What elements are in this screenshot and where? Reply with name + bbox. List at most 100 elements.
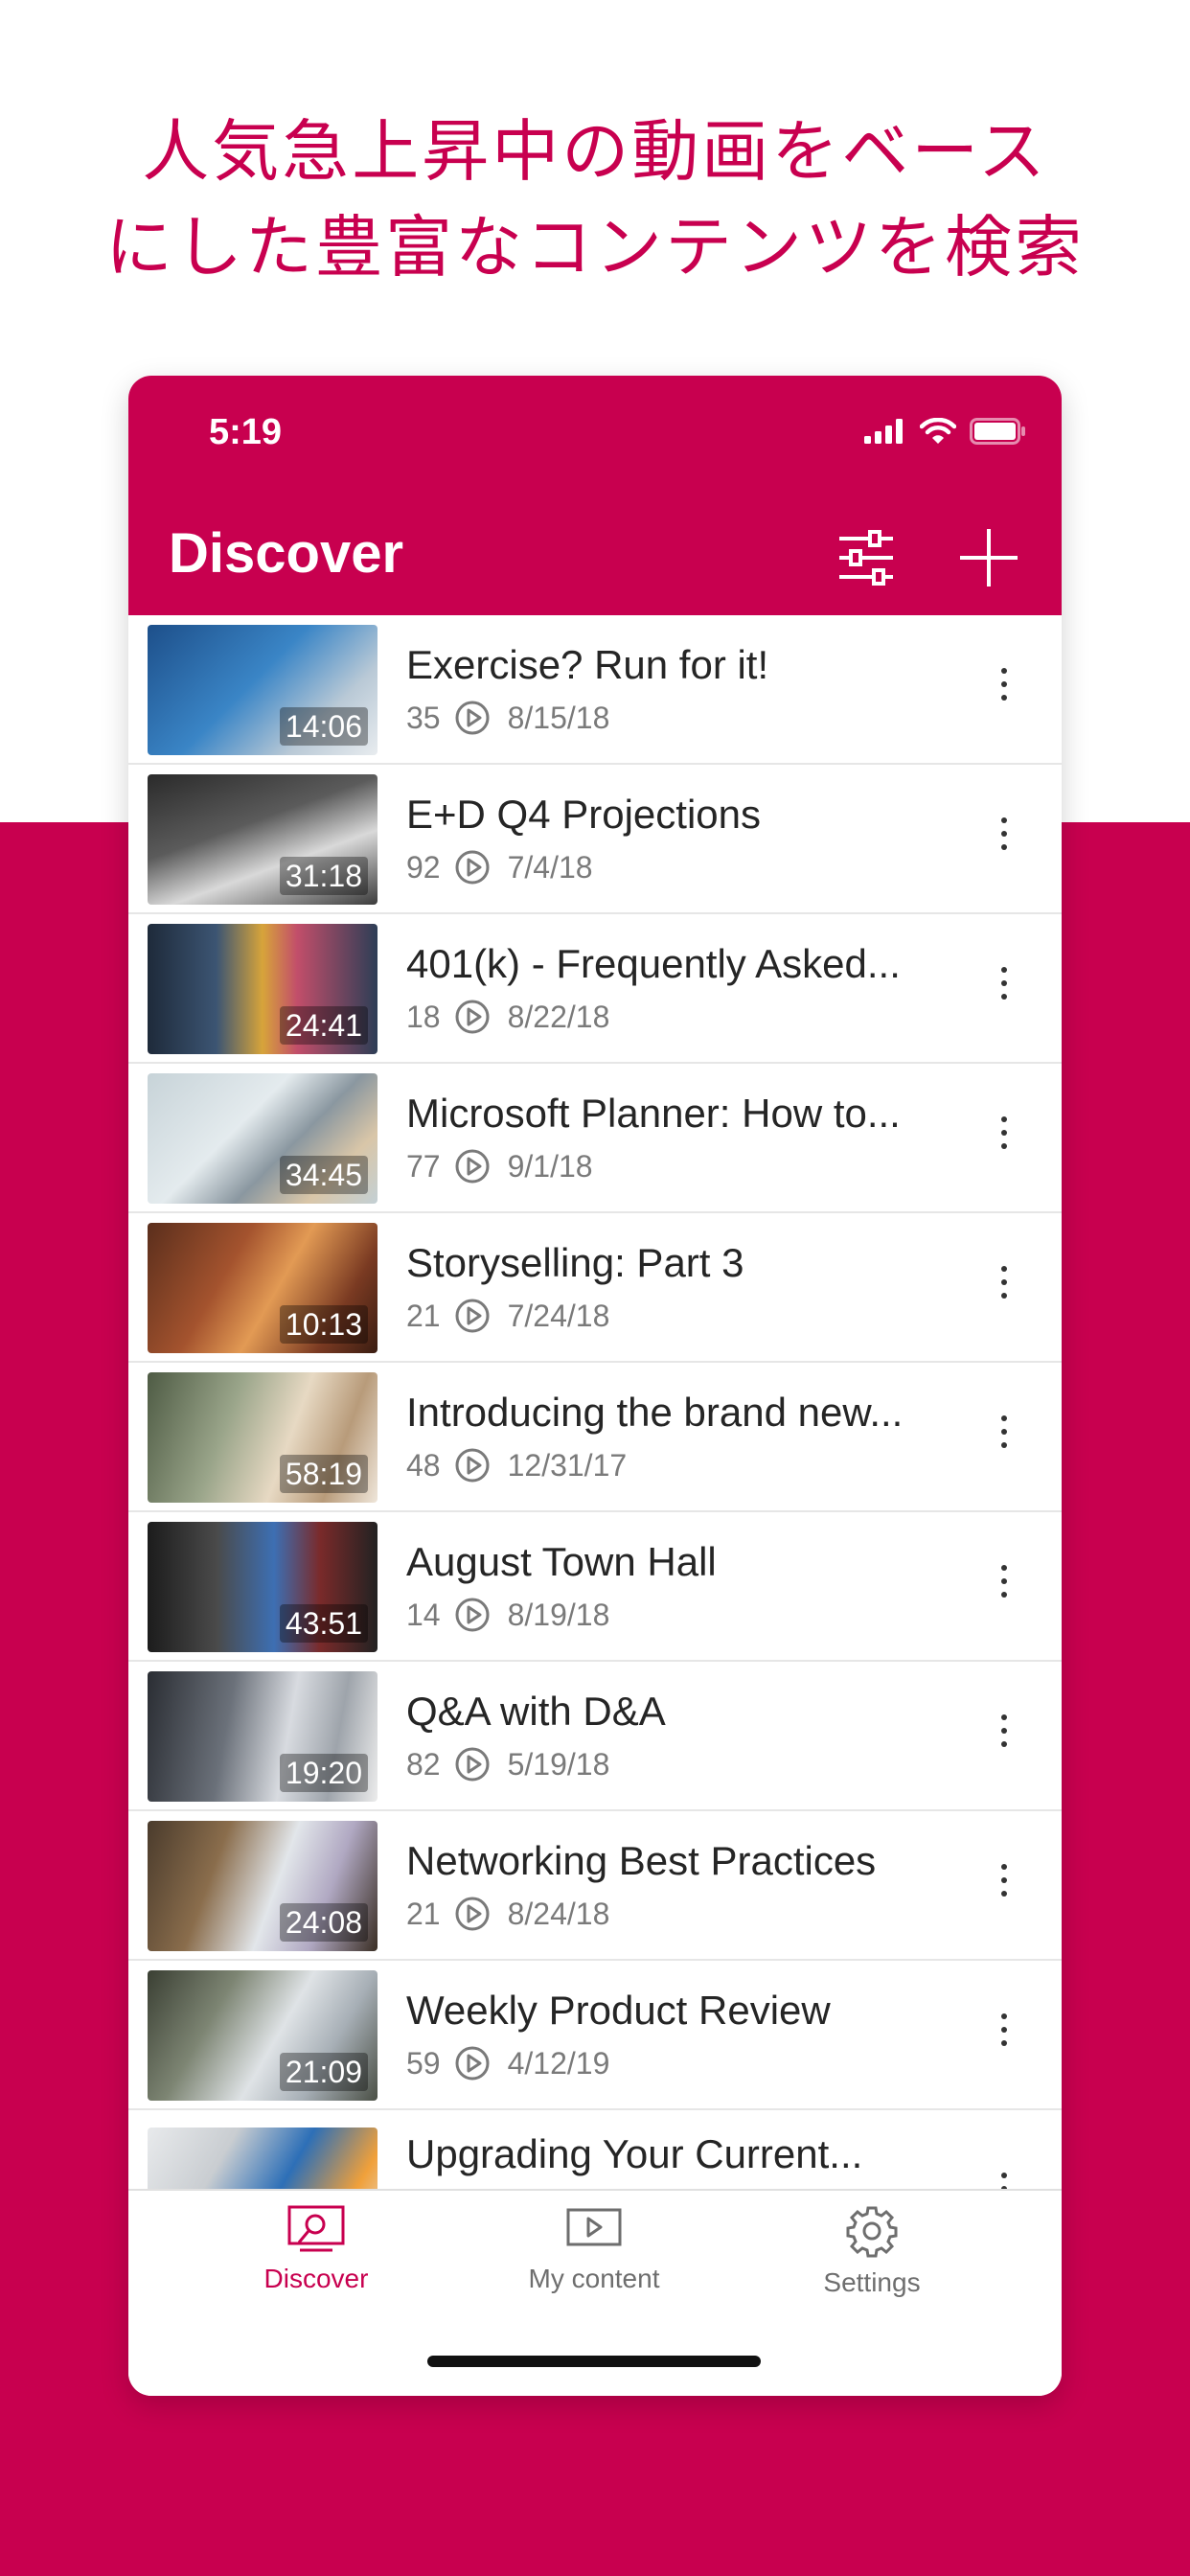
more-options-button[interactable] xyxy=(995,813,1014,866)
video-list: 14:06 Exercise? Run for it! 35 8/15/18 3… xyxy=(128,615,1062,2189)
play-count-icon xyxy=(455,1598,490,1632)
video-meta: 18 8/22/18 xyxy=(406,999,609,1035)
video-title: Microsoft Planner: How to... xyxy=(406,1091,901,1136)
video-thumbnail[interactable]: 14:06 xyxy=(148,625,378,755)
plus-icon xyxy=(960,529,1018,586)
view-count: 21 xyxy=(406,1896,441,1931)
video-title: 401(k) - Frequently Asked... xyxy=(406,941,901,986)
video-duration: 14:06 xyxy=(279,707,368,746)
play-count-icon xyxy=(455,1149,490,1184)
video-row[interactable]: 14:06 Exercise? Run for it! 35 8/15/18 xyxy=(128,615,1062,765)
video-row[interactable]: 58:19 Introducing the brand new... 48 12… xyxy=(128,1363,1062,1512)
video-thumbnail[interactable]: 31:18 xyxy=(148,774,378,905)
more-options-button[interactable] xyxy=(995,1560,1014,1614)
battery-icon xyxy=(970,418,1025,445)
video-date: 5/19/18 xyxy=(507,1746,610,1782)
video-row[interactable]: 19:20 Q&A with D&A 82 5/19/18 xyxy=(128,1662,1062,1811)
video-thumbnail[interactable]: 58:19 xyxy=(148,1372,378,1503)
more-options-button[interactable] xyxy=(995,1710,1014,1763)
view-count: 59 xyxy=(406,2045,441,2081)
video-thumbnail[interactable]: 24:08 xyxy=(148,1821,378,1951)
video-date: 7/4/18 xyxy=(507,849,593,885)
video-title: Q&A with D&A xyxy=(406,1689,666,1734)
video-meta: 77 9/1/18 xyxy=(406,1148,593,1184)
video-icon xyxy=(566,2208,622,2246)
tab-label: Settings xyxy=(823,2267,921,2297)
video-duration: 24:08 xyxy=(279,1903,368,1942)
filter-button[interactable] xyxy=(835,527,897,588)
tab-discover[interactable]: Discover xyxy=(220,2204,412,2294)
video-thumbnail[interactable] xyxy=(148,2128,378,2189)
video-date: 8/19/18 xyxy=(507,1597,610,1632)
view-count: 82 xyxy=(406,1746,441,1782)
video-thumbnail[interactable]: 21:09 xyxy=(148,1970,378,2101)
video-row[interactable]: 43:51 August Town Hall 14 8/19/18 xyxy=(128,1512,1062,1662)
video-thumbnail[interactable]: 34:45 xyxy=(148,1073,378,1204)
video-row[interactable]: 24:08 Networking Best Practices 21 8/24/… xyxy=(128,1811,1062,1961)
headline-line-2: にした豊富なコンテンツを検索 xyxy=(105,208,1085,287)
video-date: 8/15/18 xyxy=(507,700,610,735)
more-options-button[interactable] xyxy=(995,1112,1014,1165)
video-date: 8/22/18 xyxy=(507,999,610,1034)
video-meta: 21 8/24/18 xyxy=(406,1896,609,1932)
view-count: 18 xyxy=(406,999,441,1034)
view-count: 21 xyxy=(406,1298,441,1333)
wifi-icon xyxy=(920,418,956,444)
video-thumbnail[interactable]: 43:51 xyxy=(148,1522,378,1652)
video-row[interactable]: Upgrading Your Current... xyxy=(128,2118,1062,2189)
video-date: 8/24/18 xyxy=(507,1896,610,1931)
video-title: Introducing the brand new... xyxy=(406,1390,904,1435)
play-count-icon xyxy=(455,1897,490,1931)
video-meta: 48 12/31/17 xyxy=(406,1447,627,1484)
video-title: Weekly Product Review xyxy=(406,1988,831,2033)
video-date: 9/1/18 xyxy=(507,1148,593,1184)
play-count-icon xyxy=(455,1448,490,1483)
more-options-button[interactable] xyxy=(995,2009,1014,2062)
tab-bar: Discover My content Settings xyxy=(128,2189,1062,2396)
more-options-button[interactable] xyxy=(995,663,1014,717)
video-thumbnail[interactable]: 10:13 xyxy=(148,1223,378,1353)
video-row[interactable]: 21:09 Weekly Product Review 59 4/12/19 xyxy=(128,1961,1062,2110)
video-duration: 58:19 xyxy=(279,1455,368,1493)
play-count-icon xyxy=(455,701,490,735)
more-options-button[interactable] xyxy=(995,1261,1014,1315)
tab-label: My content xyxy=(528,2264,660,2293)
headline-line-1: 人気急上昇中の動画をベース xyxy=(142,112,1048,191)
video-date: 4/12/19 xyxy=(507,2045,610,2081)
play-count-icon xyxy=(455,1299,490,1333)
status-icons xyxy=(864,418,1027,445)
filter-sliders-icon xyxy=(839,530,893,586)
add-button[interactable] xyxy=(958,527,1019,588)
promo-headline: 人気急上昇中の動画をベース にした豊富なコンテンツを検索 xyxy=(0,104,1190,295)
phone-screen: 5:19 Discover 14:06 Exercise? Run for it… xyxy=(128,376,1062,2396)
view-count: 77 xyxy=(406,1148,441,1184)
tab-my-content[interactable]: My content xyxy=(498,2204,690,2294)
video-duration: 43:51 xyxy=(279,1604,368,1643)
video-row[interactable]: 34:45 Microsoft Planner: How to... 77 9/… xyxy=(128,1064,1062,1213)
more-options-button[interactable] xyxy=(995,1411,1014,1464)
video-meta: 21 7/24/18 xyxy=(406,1298,609,1334)
view-count: 48 xyxy=(406,1447,441,1483)
gear-icon xyxy=(846,2206,898,2258)
video-row[interactable]: 31:18 E+D Q4 Projections 92 7/4/18 xyxy=(128,765,1062,914)
view-count: 92 xyxy=(406,849,441,885)
video-title: E+D Q4 Projections xyxy=(406,792,762,837)
video-duration: 10:13 xyxy=(279,1305,368,1344)
video-date: 12/31/17 xyxy=(507,1447,628,1483)
video-row[interactable]: 24:41 401(k) - Frequently Asked... 18 8/… xyxy=(128,914,1062,1064)
video-thumbnail[interactable]: 19:20 xyxy=(148,1671,378,1802)
video-row[interactable]: 10:13 Storyselling: Part 3 21 7/24/18 xyxy=(128,1213,1062,1363)
play-count-icon xyxy=(455,2046,490,2081)
video-title: Exercise? Run for it! xyxy=(406,642,769,687)
more-options-button[interactable] xyxy=(995,1859,1014,1913)
video-duration: 19:20 xyxy=(279,1754,368,1792)
video-thumbnail[interactable]: 24:41 xyxy=(148,924,378,1054)
play-count-icon xyxy=(455,1747,490,1782)
video-title: Networking Best Practices xyxy=(406,1838,877,1883)
video-title: Upgrading Your Current... xyxy=(406,2131,863,2176)
app-header: 5:19 Discover xyxy=(128,376,1062,615)
tab-label: Discover xyxy=(263,2264,369,2293)
tab-settings[interactable]: Settings xyxy=(776,2204,968,2298)
more-options-button[interactable] xyxy=(995,2168,1014,2189)
more-options-button[interactable] xyxy=(995,962,1014,1016)
